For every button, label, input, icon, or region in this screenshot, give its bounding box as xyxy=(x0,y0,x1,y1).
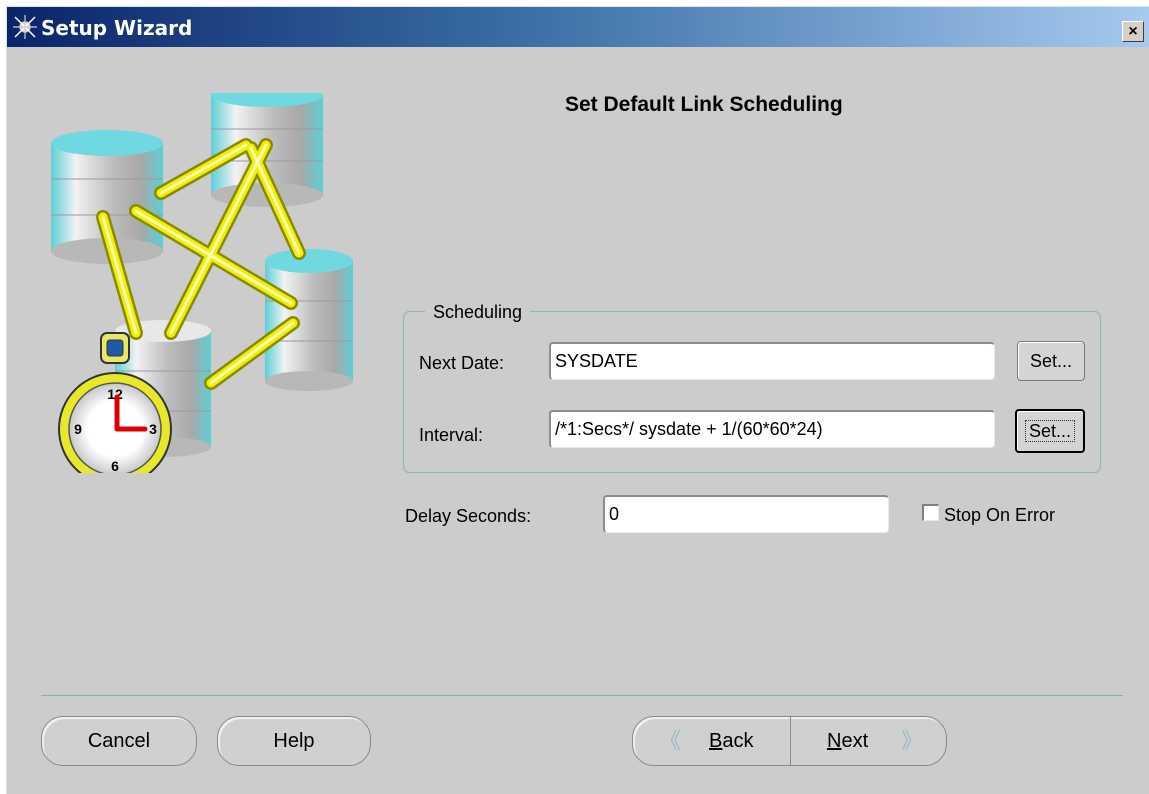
setup-wizard-window: Setup Wizard × 12 3 6 9 Set Default Link… xyxy=(6,6,1149,794)
next-date-set-button[interactable]: Set... xyxy=(1017,341,1085,381)
clock-number-3: 3 xyxy=(149,421,157,437)
help-button[interactable]: Help xyxy=(217,716,371,766)
page-title: Set Default Link Scheduling xyxy=(565,93,843,116)
footer-divider xyxy=(41,695,1123,696)
stop-on-error-checkbox[interactable] xyxy=(922,504,939,521)
clock-number-9: 9 xyxy=(74,421,82,437)
navigation-button-group: 《 Back Next 》 xyxy=(632,716,947,766)
interval-field[interactable]: /*1:Secs*/ sysdate + 1/(60*60*24) xyxy=(549,410,995,448)
next-date-label: Next Date: xyxy=(419,353,505,373)
database-links-illustration: 12 3 6 9 xyxy=(51,93,353,473)
double-chevron-left-icon: 《 xyxy=(659,728,682,753)
window-title: Setup Wizard xyxy=(41,16,193,40)
database-icon-right xyxy=(265,249,353,391)
back-button[interactable]: 《 Back xyxy=(633,717,790,765)
scheduling-group-label: Scheduling xyxy=(425,302,531,323)
title-bar: Setup Wizard × xyxy=(7,7,1149,47)
next-date-set-button-label: Set... xyxy=(1029,351,1073,371)
interval-label: Interval: xyxy=(419,425,484,445)
wizard-icon xyxy=(13,15,37,39)
cancel-button[interactable]: Cancel xyxy=(41,716,197,766)
delay-seconds-field[interactable]: 0 xyxy=(603,495,889,533)
next-button[interactable]: Next 》 xyxy=(791,717,946,765)
stop-on-error-label: Stop On Error xyxy=(944,505,1056,525)
close-button[interactable]: × xyxy=(1122,21,1144,42)
back-button-label: Back xyxy=(709,730,754,752)
scheduling-group xyxy=(403,311,1101,473)
interval-set-button[interactable]: Set... xyxy=(1015,409,1085,453)
interval-set-button-label: Set... xyxy=(1024,420,1076,442)
clock-number-6: 6 xyxy=(111,458,119,473)
next-button-label: Next xyxy=(827,730,869,752)
double-chevron-right-icon: 》 xyxy=(901,728,924,753)
next-date-field[interactable]: SYSDATE xyxy=(549,342,995,380)
delay-seconds-label: Delay Seconds: xyxy=(405,506,532,526)
